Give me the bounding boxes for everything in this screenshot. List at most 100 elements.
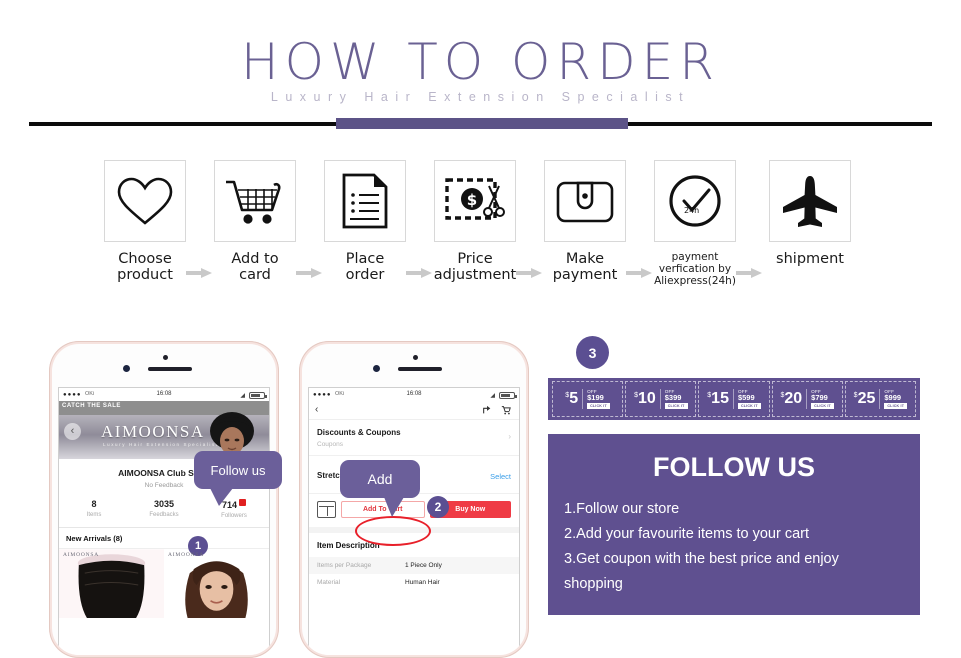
product-nav-bar: ‹ xyxy=(309,401,519,420)
stat-feedbacks: 3035 Feedbacks xyxy=(129,499,199,519)
product-brand-label: AIMOONSA xyxy=(168,552,205,558)
proximity-sensor-icon xyxy=(413,355,418,360)
callout-badge-3: 3 xyxy=(576,336,609,369)
clock-check-icon: 24h xyxy=(654,160,736,242)
coupon-cta-button[interactable]: CLICK IT xyxy=(664,403,688,409)
coupon-cta-button[interactable]: CLICK IT xyxy=(811,403,834,409)
proximity-sensor-icon xyxy=(163,355,168,360)
new-arrivals-heading: New Arrivals (8) xyxy=(66,534,123,543)
stat-label: Items xyxy=(86,512,102,518)
step-arrow-icon xyxy=(736,268,762,278)
step-place-order: Place order xyxy=(319,160,411,283)
battery-icon xyxy=(249,392,267,399)
status-time: 16:08 xyxy=(156,391,172,397)
product-card[interactable]: AIMOONSA xyxy=(59,548,164,618)
back-icon[interactable]: ‹ xyxy=(315,404,318,415)
phone-body: ●●●● OKi 16:08 ◢ ‹ Discounts & Coupons C… xyxy=(302,344,526,655)
step-choose-product: Choose product xyxy=(99,160,191,283)
description-key: Items per Package xyxy=(317,562,372,569)
share-icon[interactable] xyxy=(482,405,492,417)
order-steps: Choose product Add to card Place order $… xyxy=(0,160,961,300)
row-title: Discounts & Coupons xyxy=(317,428,401,437)
earpiece-speaker xyxy=(148,367,192,371)
coupon-details: OFF $399 CLICK IT xyxy=(659,389,688,409)
coupon-item[interactable]: $10 OFF $399 CLICK IT xyxy=(625,381,697,417)
bubble-tail xyxy=(210,488,233,506)
coupon-amount: $5 xyxy=(565,390,579,407)
product-card[interactable]: AIMOONSA xyxy=(164,548,269,618)
coupon-cta-button[interactable]: CLICK IT xyxy=(737,403,761,409)
step-label: Place order xyxy=(345,251,385,283)
coupon-details: OFF $799 CLICK IT xyxy=(806,389,834,409)
status-bar: ●●●● OKi 16:08 ◢ xyxy=(309,388,519,401)
followers-badge-icon xyxy=(239,499,247,506)
coupon-min-spend: $599 xyxy=(737,393,755,402)
store-logo: AIMOONSA xyxy=(101,422,205,441)
front-camera-icon xyxy=(123,365,130,372)
follow-us-step: 1.Follow our store xyxy=(564,501,680,517)
svg-text:24h: 24h xyxy=(684,206,699,215)
description-row: Material Human Hair xyxy=(309,574,519,591)
phone-mockup-store: ●●●● OKi 16:08 ◢ CATCH THE SALE ‹ AIMOON… xyxy=(49,341,282,658)
coupon-amount: $10 xyxy=(634,390,656,407)
how-to-order-infographic: HOW TO ORDER Luxury Hair Extension Speci… xyxy=(0,0,961,658)
coupon-cta-button[interactable]: CLICK IT xyxy=(587,403,610,409)
sale-banner-text: CATCH THE SALE xyxy=(62,403,121,409)
coupon-cta-button[interactable]: CLICK IT xyxy=(884,403,908,409)
product-brand-label: AIMOONSA xyxy=(63,552,100,558)
coupon-item[interactable]: $20 OFF $799 CLICK IT xyxy=(771,381,843,417)
store-stats: 8 Items 3035 Feedbacks 714 Followers xyxy=(59,489,269,519)
stat-value: 8 xyxy=(91,499,97,509)
follow-us-panel: FOLLOW US 1.Follow our store 2.Add your … xyxy=(548,434,920,615)
coupon-details: OFF $999 CLICK IT xyxy=(879,389,908,409)
stat-label: Feedbacks xyxy=(149,512,179,518)
coupon-strip: $5 OFF $199 CLICK IT $10 OFF $399 CLICK … xyxy=(548,378,920,420)
coupon-min-spend: $999 xyxy=(884,393,902,402)
step-label: Price adjustment xyxy=(433,251,517,283)
phone1-screen: ●●●● OKi 16:08 ◢ CATCH THE SALE ‹ AIMOON… xyxy=(58,387,270,655)
status-bar: ●●●● OKi 16:08 ◢ xyxy=(59,388,269,401)
add-to-cart-button[interactable]: Add To Cart xyxy=(341,501,425,518)
add-to-cart-highlight-ring xyxy=(355,516,431,546)
header: HOW TO ORDER Luxury Hair Extension Speci… xyxy=(0,0,961,112)
product-image xyxy=(164,549,269,618)
phone-mockup-product: ●●●● OKi 16:08 ◢ ‹ Discounts & Coupons C… xyxy=(299,341,529,658)
follow-us-step: 3.Get coupon with the best price and enj… xyxy=(564,551,839,567)
coupon-amount: $15 xyxy=(707,390,729,407)
step-shipment: shipment xyxy=(764,160,856,267)
coupon-details: OFF $199 CLICK IT xyxy=(582,389,610,409)
stat-items: 8 Items xyxy=(59,499,129,519)
coupon-item[interactable]: $15 OFF $599 CLICK IT xyxy=(698,381,770,417)
coupon-details: OFF $599 CLICK IT xyxy=(732,389,761,409)
coupon-min-spend: $799 xyxy=(811,393,828,402)
select-link[interactable]: Select xyxy=(490,472,511,481)
front-camera-icon xyxy=(373,365,380,372)
price-cut-icon: $ xyxy=(434,160,516,242)
store-logo-subtitle: Luxury Hair Extension Specialist xyxy=(103,442,219,447)
step-label: Add to card xyxy=(231,251,279,283)
bubble-label: Add xyxy=(367,471,393,487)
wifi-icon: ◢ xyxy=(490,393,495,399)
stat-value: 3035 xyxy=(153,499,175,509)
coupon-item[interactable]: $5 OFF $199 CLICK IT xyxy=(552,381,624,417)
description-row: Items per Package 1 Piece Only xyxy=(309,557,519,574)
heart-icon xyxy=(104,160,186,242)
phone-body: ●●●● OKi 16:08 ◢ CATCH THE SALE ‹ AIMOON… xyxy=(52,344,276,655)
back-icon[interactable]: ‹ xyxy=(64,423,81,440)
step-label: payment verfication by Aliexpress(24h) xyxy=(654,251,736,287)
airplane-icon xyxy=(769,160,851,242)
status-time: 16:08 xyxy=(406,391,422,397)
cart-icon[interactable] xyxy=(501,405,511,417)
step-label: Choose product xyxy=(117,251,173,283)
discounts-coupons-row[interactable]: Discounts & Coupons Coupons › xyxy=(309,420,519,456)
bubble-label: Follow us xyxy=(210,462,266,478)
coupon-item[interactable]: $25 OFF $999 CLICK IT xyxy=(844,381,917,417)
step-make-payment: Make payment xyxy=(539,160,631,283)
row-subtitle: Coupons xyxy=(317,441,344,448)
step-add-to-cart: Add to card xyxy=(209,160,301,283)
description-key: Material xyxy=(317,579,341,586)
store-icon[interactable] xyxy=(317,501,336,518)
callout-badge-2: 2 xyxy=(427,496,449,518)
coupon-amount: $20 xyxy=(780,390,803,407)
follow-us-bubble: Follow us xyxy=(194,451,282,506)
